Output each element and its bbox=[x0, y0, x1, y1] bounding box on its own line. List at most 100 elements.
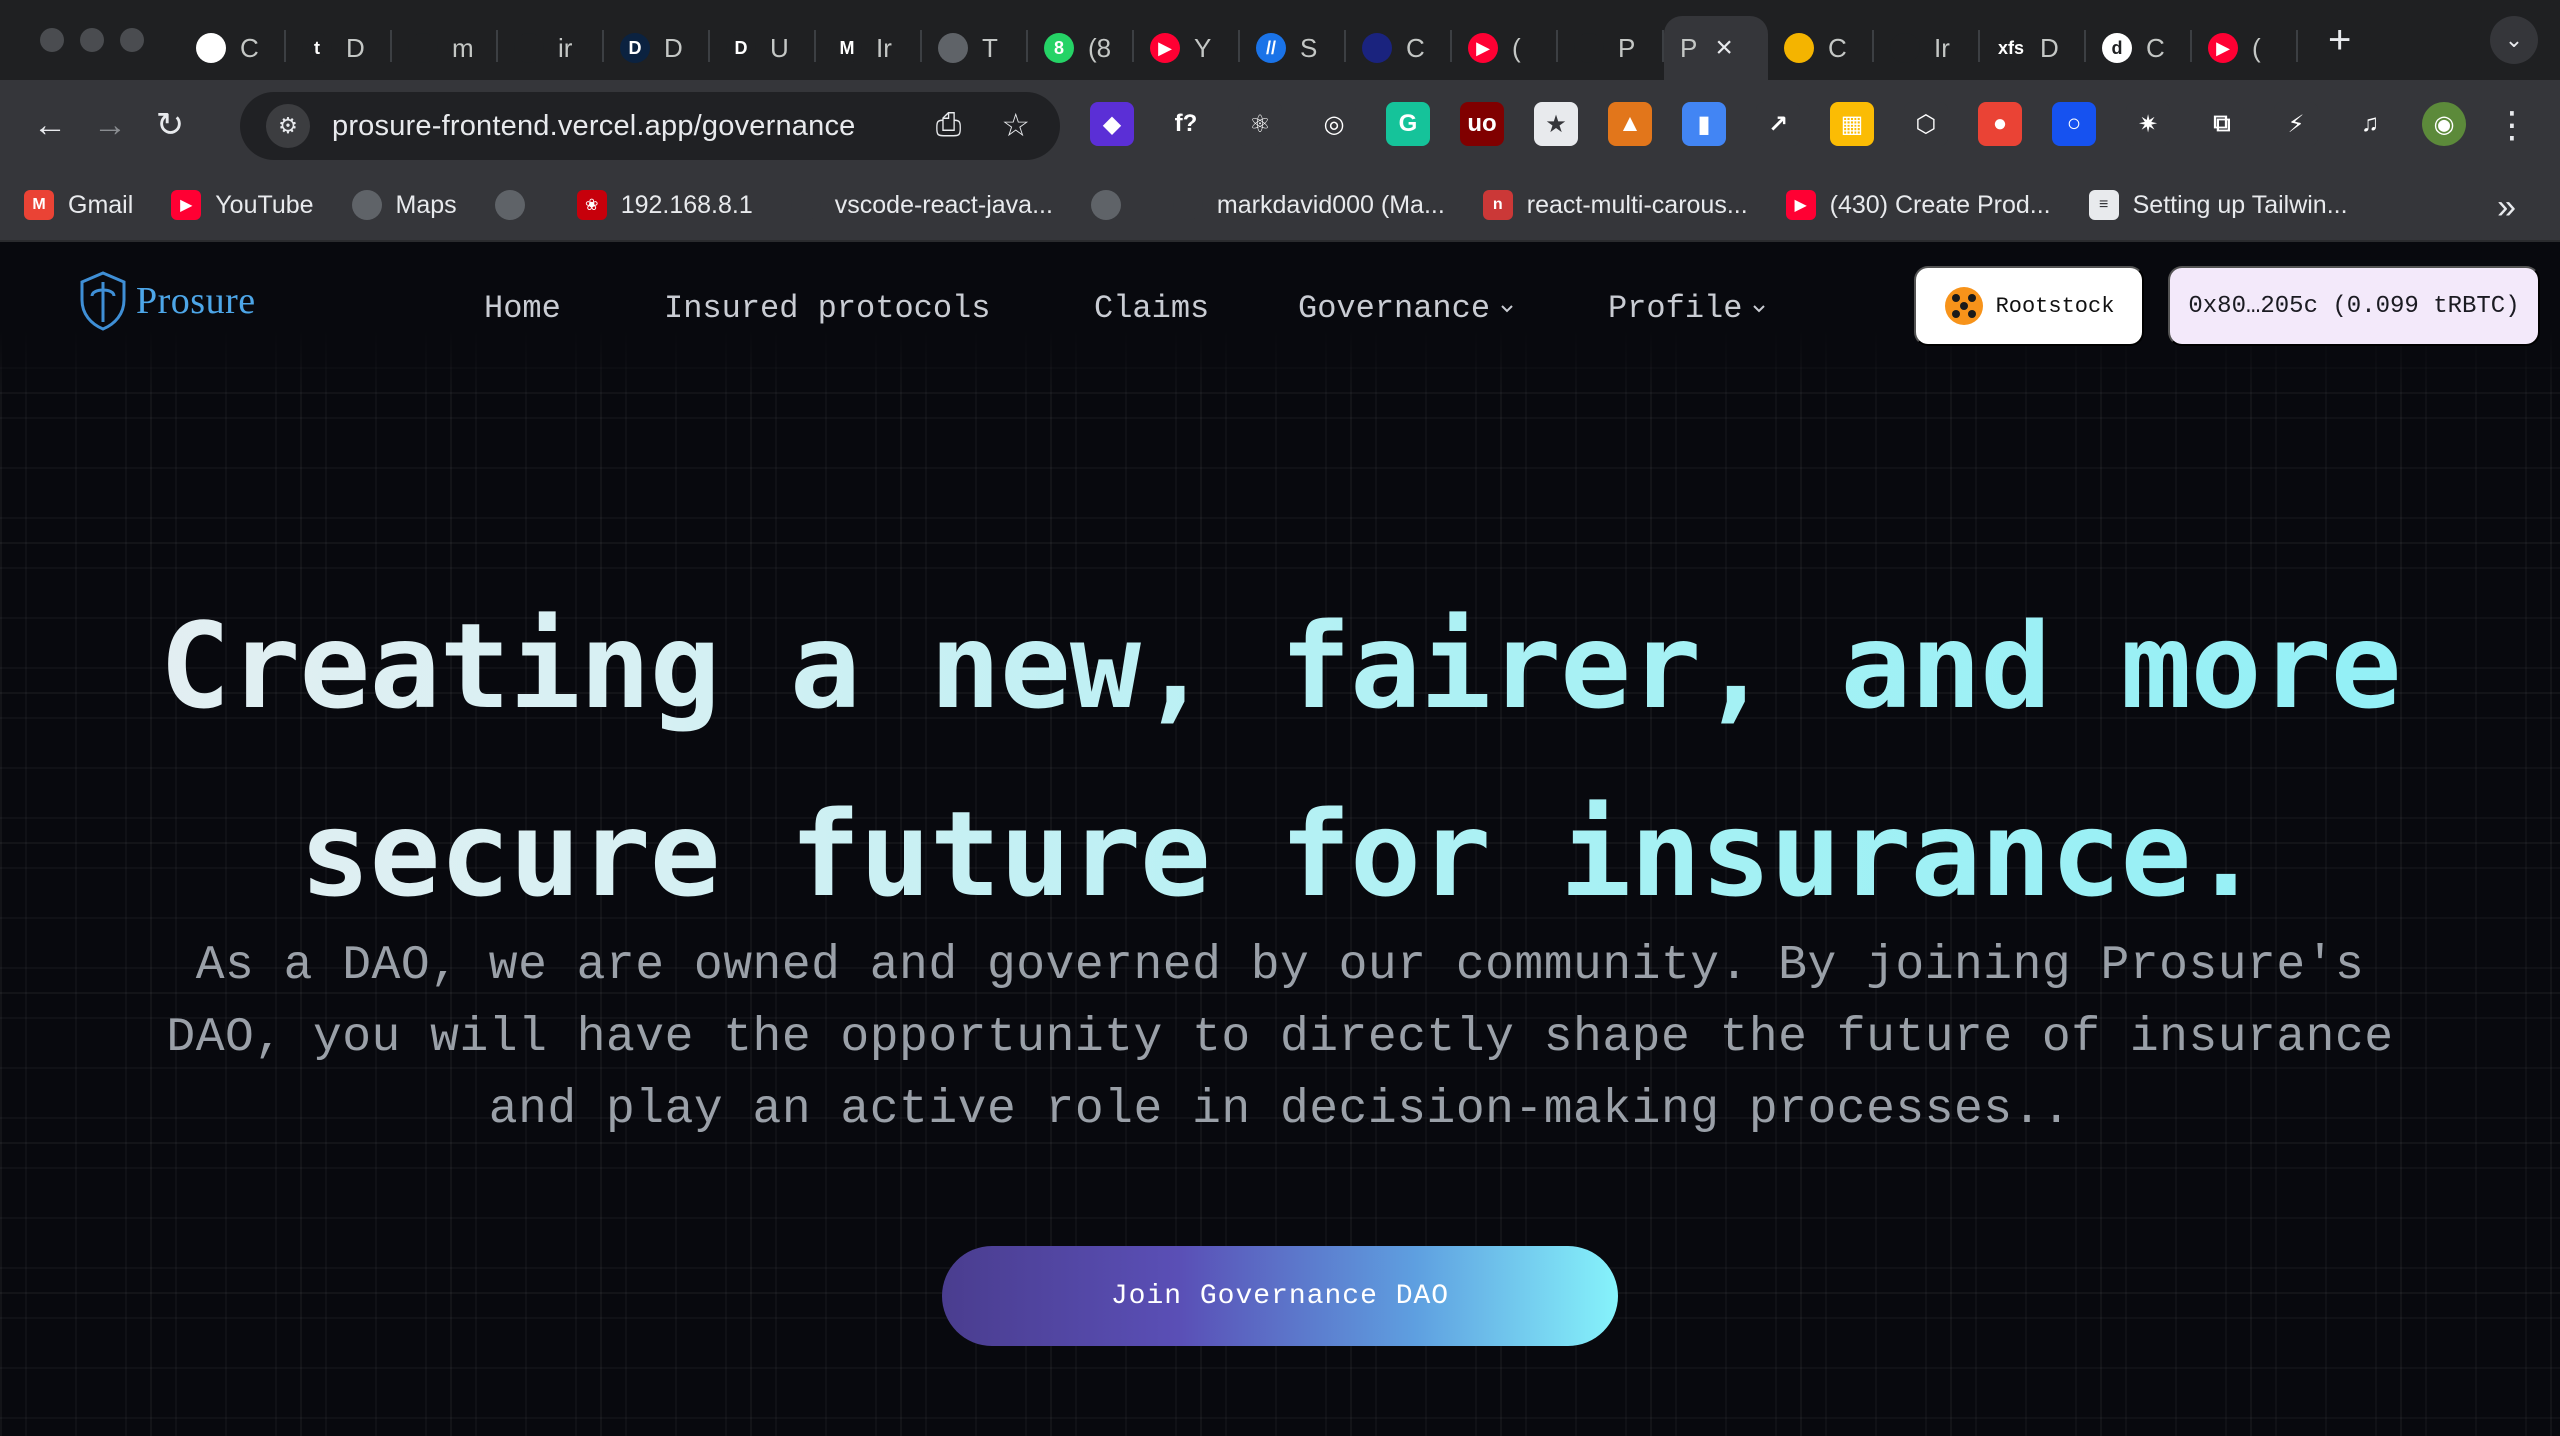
youtube-icon: ▶ bbox=[171, 190, 202, 220]
profile-avatar-icon[interactable]: ◉ bbox=[2422, 102, 2466, 146]
whatsapp-icon: 8 bbox=[1044, 33, 1074, 63]
bookmark-star-icon[interactable]: ☆ bbox=[1001, 106, 1030, 144]
wallet-account-button[interactable]: 0x80…205c (0.099 tRBTC) bbox=[2168, 266, 2540, 346]
globe-icon bbox=[351, 190, 382, 220]
nav-claims[interactable]: Claims bbox=[1094, 290, 1209, 327]
reload-icon[interactable]: ↻ bbox=[140, 105, 200, 145]
bookmark-item[interactable]: ▶ YouTube bbox=[171, 190, 314, 220]
more-bookmarks-icon[interactable]: » bbox=[2497, 188, 2516, 227]
address-url[interactable]: prosure-frontend.vercel.app/governance bbox=[332, 110, 855, 143]
close-window-icon[interactable] bbox=[40, 28, 64, 52]
speed-ext-icon[interactable]: ⚡ bbox=[2274, 102, 2318, 146]
browser-tab[interactable]: ▶ Y bbox=[1134, 16, 1240, 80]
browser-tab[interactable]: DD bbox=[604, 16, 710, 80]
tab-title: Ir bbox=[876, 32, 892, 63]
network-switch-button[interactable]: Rootstock bbox=[1914, 266, 2144, 346]
nav-profile[interactable]: Profile bbox=[1608, 290, 1766, 327]
bookmark-item[interactable]: ≡ Setting up Tailwin... bbox=[2088, 190, 2348, 220]
files-ext-icon[interactable]: ▮ bbox=[1682, 102, 1726, 146]
coinbase-ext-icon[interactable]: ○ bbox=[2052, 102, 2096, 146]
new-tab-icon[interactable]: + bbox=[2328, 18, 2351, 63]
bookmark-item[interactable]: n react-multi-carous... bbox=[1482, 190, 1748, 220]
youtube-icon: ▶ bbox=[1785, 190, 1816, 220]
browser-tab[interactable]: M Ir bbox=[816, 16, 922, 80]
nav-profile-label: Profile bbox=[1608, 290, 1743, 327]
browser-tab[interactable]: DU bbox=[710, 16, 816, 80]
install-app-icon[interactable]: ⎙ bbox=[936, 106, 962, 144]
xfs-icon: xfs bbox=[1996, 33, 2026, 63]
globe-icon bbox=[1090, 190, 1121, 220]
browser-tab[interactable]: ▶( bbox=[2192, 16, 2298, 80]
browser-tab[interactable]: T bbox=[922, 16, 1028, 80]
nav-governance[interactable]: Governance bbox=[1298, 290, 1514, 327]
browser-tab[interactable]: C bbox=[180, 16, 286, 80]
grammarly-ext-icon[interactable]: G bbox=[1386, 102, 1430, 146]
color-ext-icon[interactable]: ● bbox=[1978, 102, 2022, 146]
react-ext-icon[interactable]: ⚛ bbox=[1238, 102, 1282, 146]
browser-tab[interactable]: tD bbox=[286, 16, 392, 80]
hero-title-line-1: Creating a new, fairer, and more bbox=[159, 597, 2401, 735]
browser-tab[interactable]: ir bbox=[498, 16, 604, 80]
spark-ext-icon[interactable]: ✷ bbox=[2126, 102, 2170, 146]
github-icon bbox=[514, 33, 544, 63]
bookmark-item[interactable] bbox=[494, 190, 539, 220]
fx-ext-icon[interactable]: f? bbox=[1164, 102, 1208, 146]
target-ext-icon[interactable]: ◎ bbox=[1312, 102, 1356, 146]
browser-tab[interactable]: dC bbox=[2086, 16, 2192, 80]
tab-title: m bbox=[452, 32, 474, 63]
browser-tab[interactable]: xfs D bbox=[1980, 16, 2086, 80]
tab-title: ( bbox=[2252, 32, 2261, 63]
browser-tab[interactable]: P bbox=[1558, 16, 1664, 80]
layers-ext-icon[interactable]: ◆ bbox=[1090, 102, 1134, 146]
site-info-icon[interactable]: ⚙ bbox=[266, 104, 310, 148]
address-bar[interactable]: ⚙ prosure-frontend.vercel.app/governance… bbox=[240, 92, 1060, 160]
cube-ext-icon[interactable]: ⬡ bbox=[1904, 102, 1948, 146]
minimize-window-icon[interactable] bbox=[80, 28, 104, 52]
tabs: Ct Dm ir D D D U M Ir T 8 (8 ▶ Y//S C ▶(P P × C Ir xfs Dd C ▶(+ bbox=[180, 0, 2560, 80]
browser-tab[interactable]: ▶( bbox=[1452, 16, 1558, 80]
bookmark-item[interactable]: ▶ (430) Create Prod... bbox=[1785, 190, 2051, 220]
browser-tab[interactable]: // S bbox=[1240, 16, 1346, 80]
browser-tab[interactable]: C bbox=[1768, 16, 1874, 80]
huawei-icon: ❀ bbox=[576, 190, 607, 220]
browser-menu-icon[interactable]: ⋮ bbox=[2494, 104, 2530, 146]
browser-tab[interactable]: 8 (8 bbox=[1028, 16, 1134, 80]
star-ext-icon[interactable]: ★ bbox=[1534, 102, 1578, 146]
browser-tab[interactable]: C bbox=[1346, 16, 1452, 80]
chevron-down-icon bbox=[1753, 304, 1766, 312]
back-arrow-icon[interactable]: ← bbox=[20, 106, 80, 145]
tab-title: (8 bbox=[1088, 32, 1112, 63]
tab-title: D bbox=[346, 32, 365, 63]
bookmark-item[interactable]: vscode-react-java... bbox=[790, 190, 1053, 220]
metamask-ext-icon[interactable]: ▲ bbox=[1608, 102, 1652, 146]
tiles-ext-icon[interactable]: ▦ bbox=[1830, 102, 1874, 146]
join-governance-dao-button[interactable]: Join Governance DAO bbox=[942, 1246, 1618, 1346]
tab-title: D bbox=[2040, 32, 2059, 63]
forward-arrow-icon[interactable]: → bbox=[80, 106, 140, 145]
slides-icon bbox=[1784, 33, 1814, 63]
nav-insured-protocols[interactable]: Insured protocols bbox=[664, 290, 990, 327]
tab-active[interactable]: P × bbox=[1664, 16, 1768, 80]
close-tab-icon[interactable]: × bbox=[1715, 31, 1733, 65]
tab-title: D bbox=[664, 32, 683, 63]
bookmark-item[interactable]: Maps bbox=[351, 190, 457, 220]
bookmark-item[interactable] bbox=[1090, 190, 1135, 220]
browser-tab[interactable]: Ir bbox=[1874, 16, 1980, 80]
puzzle-ext-icon[interactable]: ⧉ bbox=[2200, 102, 2244, 146]
maximize-window-icon[interactable] bbox=[120, 28, 144, 52]
tab-search-icon[interactable]: ⌄ bbox=[2490, 16, 2538, 64]
bookmark-item[interactable]: ❀ 192.168.8.1 bbox=[576, 190, 753, 220]
tab-title: C bbox=[2146, 32, 2165, 63]
bookmarks-bar: M Gmail ▶ YouTube Maps ❀ 192.168.8.1 vscode-rea… bbox=[0, 170, 2560, 242]
nav-home[interactable]: Home bbox=[484, 290, 561, 327]
github-icon bbox=[790, 190, 821, 220]
browser-tab[interactable]: m bbox=[392, 16, 498, 80]
bookmark-item[interactable]: M Gmail bbox=[24, 190, 133, 220]
site-logo[interactable]: Prosure bbox=[78, 270, 256, 332]
chart-ext-icon[interactable]: ↗ bbox=[1756, 102, 1800, 146]
bookmark-label: Gmail bbox=[68, 190, 134, 219]
media-ext-icon[interactable]: ♫ bbox=[2348, 102, 2392, 146]
bookmark-label: (430) Create Prod... bbox=[1829, 190, 2051, 219]
ublock-ext-icon[interactable]: uo bbox=[1460, 102, 1504, 146]
bookmark-item[interactable]: markdavid000 (Ma... bbox=[1172, 190, 1445, 220]
